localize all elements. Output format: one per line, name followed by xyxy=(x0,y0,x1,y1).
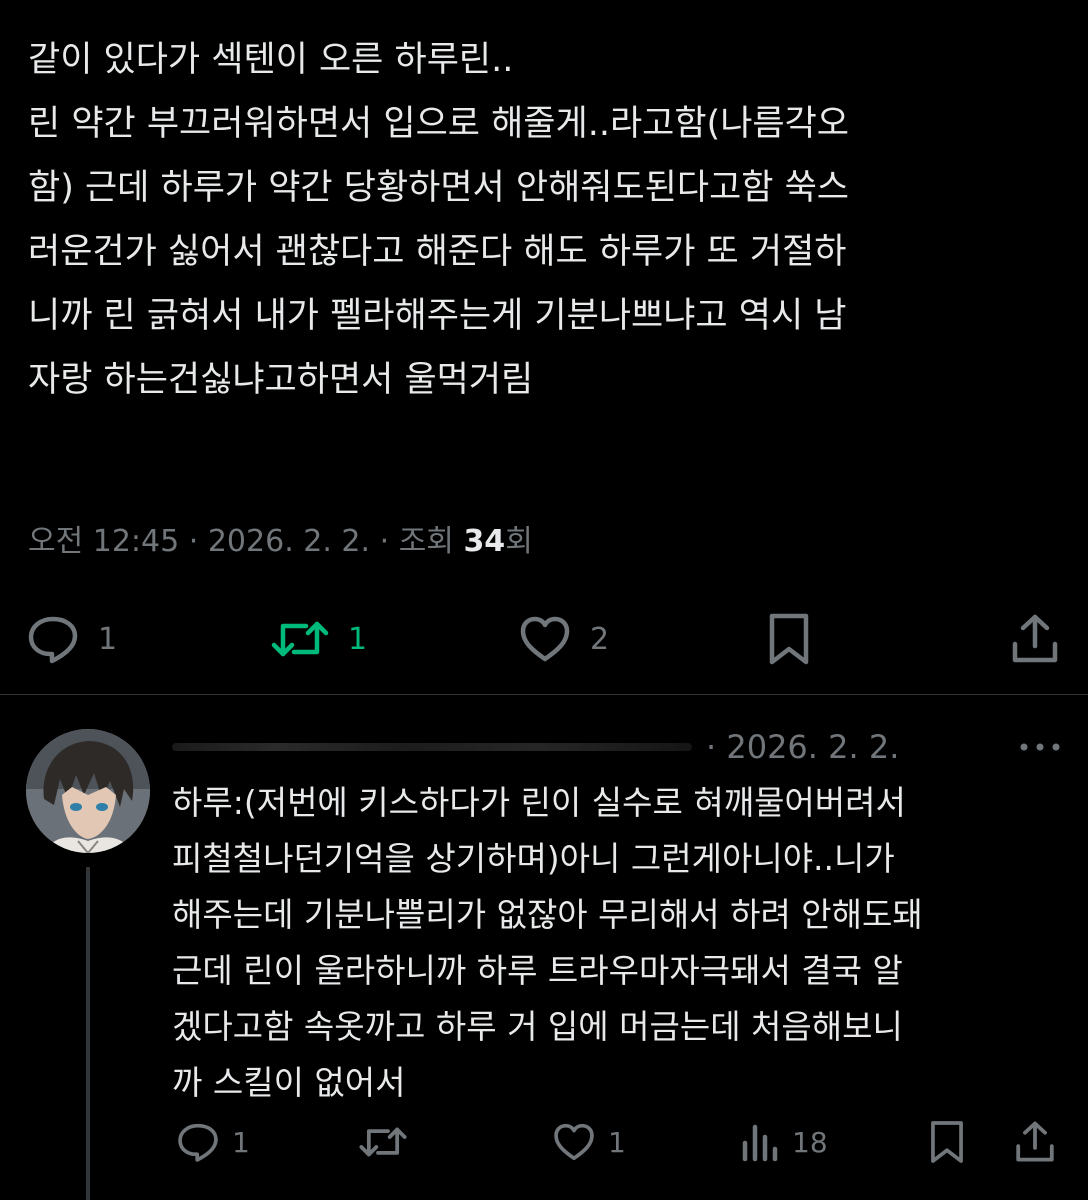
reply-text-line: 해주는데 기분나쁠리가 없잖아 무리해서 하려 안해도돼 xyxy=(172,895,923,934)
reply-header: · 2026. 2. 2. xyxy=(172,725,1062,769)
more-icon[interactable] xyxy=(1018,739,1062,755)
post-text-line: 린 약간 부끄러워하면서 입으로 해줄게..라고함(나름각오 xyxy=(28,104,850,144)
post-meta: 오전 12:45 · 2026. 2. 2. · 조회 34회 xyxy=(28,520,533,564)
views-count: 34 xyxy=(463,524,506,559)
reply-like-count: 1 xyxy=(608,1125,626,1159)
meta-separator: · xyxy=(379,524,390,559)
reply-text-line: 하루:(저번에 키스하다가 린이 실수로 혀깨물어버려서 xyxy=(172,783,906,822)
like-button[interactable]: 2 xyxy=(518,614,609,664)
views-icon xyxy=(742,1124,778,1162)
repost-icon xyxy=(359,1127,407,1157)
blurred-username xyxy=(172,743,692,751)
reply-repost-button[interactable] xyxy=(358,1121,408,1163)
reply-share-button[interactable] xyxy=(1014,1119,1056,1165)
post-time[interactable]: 오전 12:45 xyxy=(28,524,179,559)
like-count: 2 xyxy=(590,621,610,657)
avatar-image xyxy=(26,729,150,853)
avatar[interactable] xyxy=(26,729,150,853)
repost-button[interactable]: 1 xyxy=(270,614,367,664)
reply-text: 하루:(저번에 키스하다가 린이 실수로 혀깨물어버려서 피철철나던기억을 상기… xyxy=(172,775,1072,1111)
share-button[interactable] xyxy=(1010,612,1060,666)
post-text-line: 러운건가 싫어서 괜찮다고 해준다 해도 하루가 또 거절하 xyxy=(28,232,847,272)
views-suffix: 회 xyxy=(505,524,533,559)
repost-count: 1 xyxy=(348,621,368,657)
reply-actions: 1 1 18 xyxy=(0,1117,1088,1167)
post-text-line: 자랑 하는건싫냐고하면서 울먹거림 xyxy=(28,360,534,400)
post-text: 같이 있다가 섹텐이 오른 하루린.. 린 약간 부끄러워하면서 입으로 해줄게… xyxy=(28,28,1068,412)
post-text-line: 함) 근데 하루가 약간 당황하면서 안해줘도된다고함 쑥스 xyxy=(28,168,850,208)
reply-text-line: 피철철나던기억을 상기하며)아니 그런게아니야..니가 xyxy=(172,839,895,878)
post-text-line: 니까 린 긁혀서 내가 펠라해주는게 기분나쁘냐고 역시 남 xyxy=(28,296,847,336)
main-post: 같이 있다가 섹텐이 오른 하루린.. 린 약간 부끄러워하면서 입으로 해줄게… xyxy=(0,0,1088,694)
views-label: 조회 xyxy=(398,524,454,559)
reply-views-count: 18 xyxy=(792,1125,828,1159)
reply-icon xyxy=(178,1123,218,1162)
reply-text-line: 근데 린이 울라하니까 하루 트라우마자극돼서 결국 알 xyxy=(172,951,903,990)
reply-text-line: 겠다고함 속옷까고 하루 거 입에 머금는데 처음해보니 xyxy=(172,1007,903,1046)
like-icon xyxy=(554,1123,594,1161)
share-icon xyxy=(1012,614,1058,663)
bookmark-icon xyxy=(769,613,809,665)
reply-reply-count: 1 xyxy=(232,1125,250,1159)
like-icon xyxy=(520,616,570,662)
post-text-line: 같이 있다가 섹텐이 오른 하루린.. xyxy=(28,40,514,80)
bookmark-button[interactable] xyxy=(766,612,812,666)
repost-icon xyxy=(271,621,329,657)
reply-text-line: 까 스킬이 없어서 xyxy=(172,1063,406,1102)
reply-icon xyxy=(28,616,78,664)
reply-button[interactable]: 1 xyxy=(26,614,117,664)
post-actions: 1 1 2 xyxy=(0,608,1088,668)
share-icon xyxy=(1016,1121,1054,1162)
reply-date[interactable]: · 2026. 2. 2. xyxy=(706,725,899,769)
meta-separator: · xyxy=(188,524,199,559)
bookmark-icon xyxy=(931,1121,963,1163)
reply-bookmark-button[interactable] xyxy=(928,1119,966,1165)
reply-count: 1 xyxy=(98,621,118,657)
reply-reply-button[interactable]: 1 xyxy=(176,1121,250,1163)
post-date[interactable]: 2026. 2. 2. xyxy=(208,524,370,559)
reply-like-button[interactable]: 1 xyxy=(552,1121,626,1163)
reply-post: · 2026. 2. 2. 하루:(저번에 키스하다가 린이 실수로 혀깨물어버… xyxy=(0,695,1088,1200)
reply-views-button[interactable]: 18 xyxy=(740,1121,828,1163)
